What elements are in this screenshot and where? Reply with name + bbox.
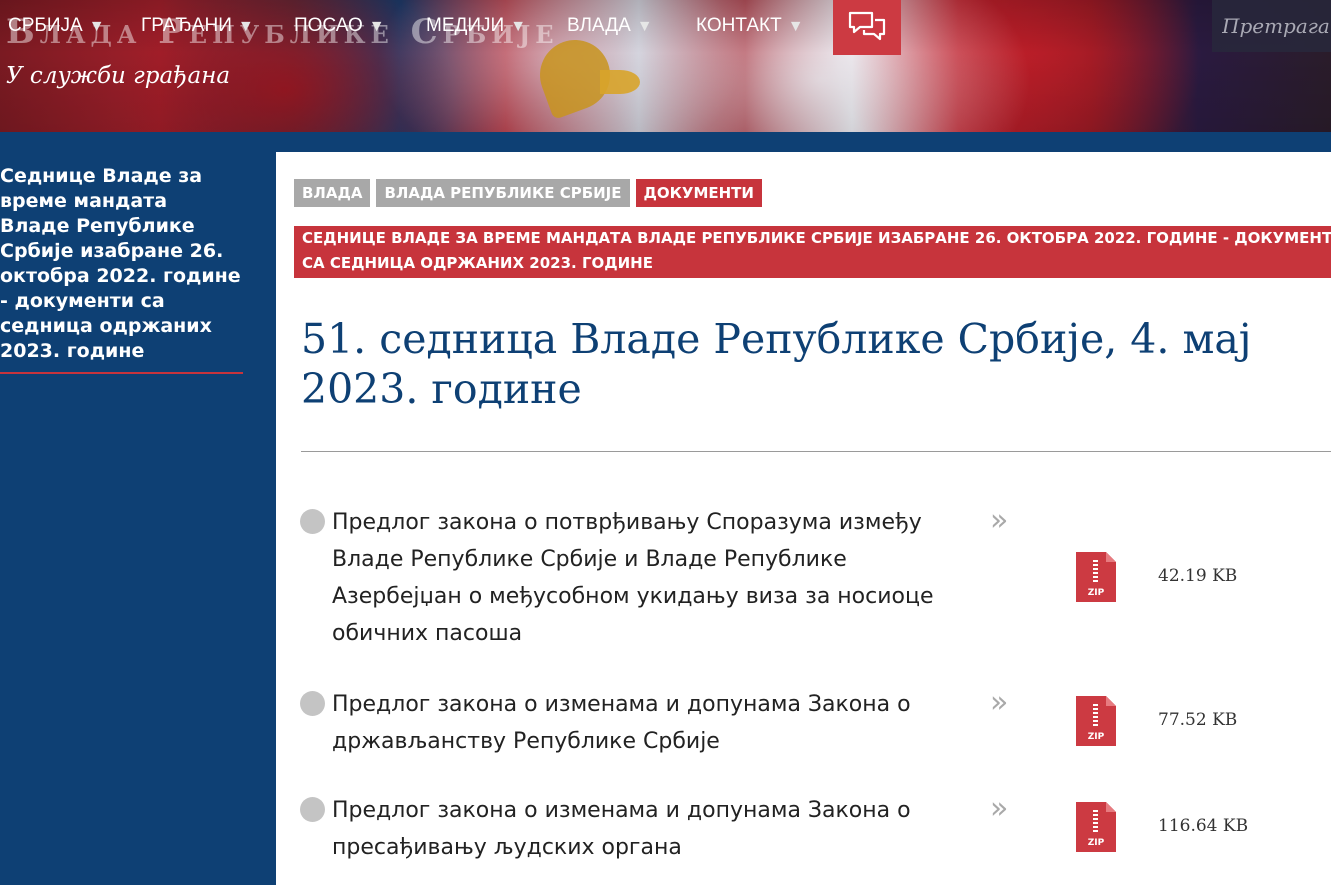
document-title[interactable]: Предлог закона о изменама и допунама Зак… [332,686,972,760]
section-banner: СЕДНИЦЕ ВЛАДЕ ЗА ВРЕМЕ МАНДАТА ВЛАДЕ РЕП… [294,226,1331,278]
zip-file-icon[interactable]: ZIP [1076,696,1116,746]
zip-file-icon[interactable]: ZIP [1076,552,1116,602]
double-chevron-right-icon[interactable]: » [990,688,1008,718]
chat-button[interactable] [833,0,901,55]
double-chevron-right-icon[interactable]: » [990,794,1008,824]
caret-down-icon: ▼ [510,18,527,35]
svg-text:ZIP: ZIP [1088,588,1105,598]
document-title[interactable]: Предлог закона о изменама и допунама Зак… [332,792,972,866]
double-chevron-right-icon[interactable]: » [990,506,1008,536]
list-item: Предлог закона о изменама и допунама Зак… [300,792,1331,872]
caret-down-icon: ▼ [88,18,105,35]
nav-item-posao[interactable]: ПОСАО ▼ [294,15,385,37]
svg-text:ZIP: ZIP [1088,838,1105,848]
nav-item-gradjani[interactable]: ГРАЂАНИ ▼ [141,15,254,37]
nav-item-mediji[interactable]: МЕДИЈИ ▼ [426,15,526,37]
caret-down-icon: ▼ [237,18,254,35]
breadcrumb-item-vlada[interactable]: ВЛАДА [294,179,371,207]
svg-text:ZIP: ZIP [1088,732,1105,742]
site-subtitle: У служби грађана [6,63,231,89]
file-size: 116.64 KB [1158,816,1249,836]
file-size: 42.19 KB [1158,566,1238,586]
site-header: Влада Републике Србије У служби грађана … [0,0,1331,132]
document-title[interactable]: Предлог закона о потврђивању Споразума и… [332,504,972,652]
caret-down-icon: ▼ [636,18,653,35]
chat-bubbles-icon [848,11,886,40]
list-item: Предлог закона о изменама и допунама Зак… [300,686,1331,766]
breadcrumb-item-dokumenti[interactable]: ДОКУМЕНТИ [635,179,762,207]
eagle-beak-graphic [600,70,640,94]
search-input[interactable] [1212,0,1331,52]
divider [301,451,1331,452]
zip-file-icon[interactable]: ZIP [1076,802,1116,852]
main-content: ВЛАДА ВЛАДА РЕПУБЛИКЕ СРБИЈЕ ДОКУМЕНТИ С… [276,152,1331,885]
nav-item-vlada[interactable]: ВЛАДА ▼ [567,15,653,37]
sidebar-item-sessions-2023[interactable]: Седнице Владе за време мандата Владе Реп… [0,164,243,374]
breadcrumb: ВЛАДА ВЛАДА РЕПУБЛИКЕ СРБИЈЕ ДОКУМЕНТИ [294,179,762,207]
sidebar: Седнице Владе за време мандата Владе Реп… [0,132,276,885]
file-size: 77.52 KB [1158,710,1238,730]
bullet-circle-icon [300,797,325,822]
list-item: Предлог закона о потврђивању Споразума и… [300,504,1331,654]
caret-down-icon: ▼ [787,18,804,35]
caret-down-icon: ▼ [368,18,385,35]
bullet-circle-icon [300,691,325,716]
bullet-circle-icon [300,509,325,534]
nav-item-kontakt[interactable]: КОНТАКТ ▼ [696,15,804,37]
nav-item-srbija[interactable]: СРБИЈА ▼ [8,15,105,37]
page-title: 51. седница Владе Републике Србије, 4. м… [301,315,1252,413]
breadcrumb-item-vlada-rs[interactable]: ВЛАДА РЕПУБЛИКЕ СРБИЈЕ [376,179,630,207]
